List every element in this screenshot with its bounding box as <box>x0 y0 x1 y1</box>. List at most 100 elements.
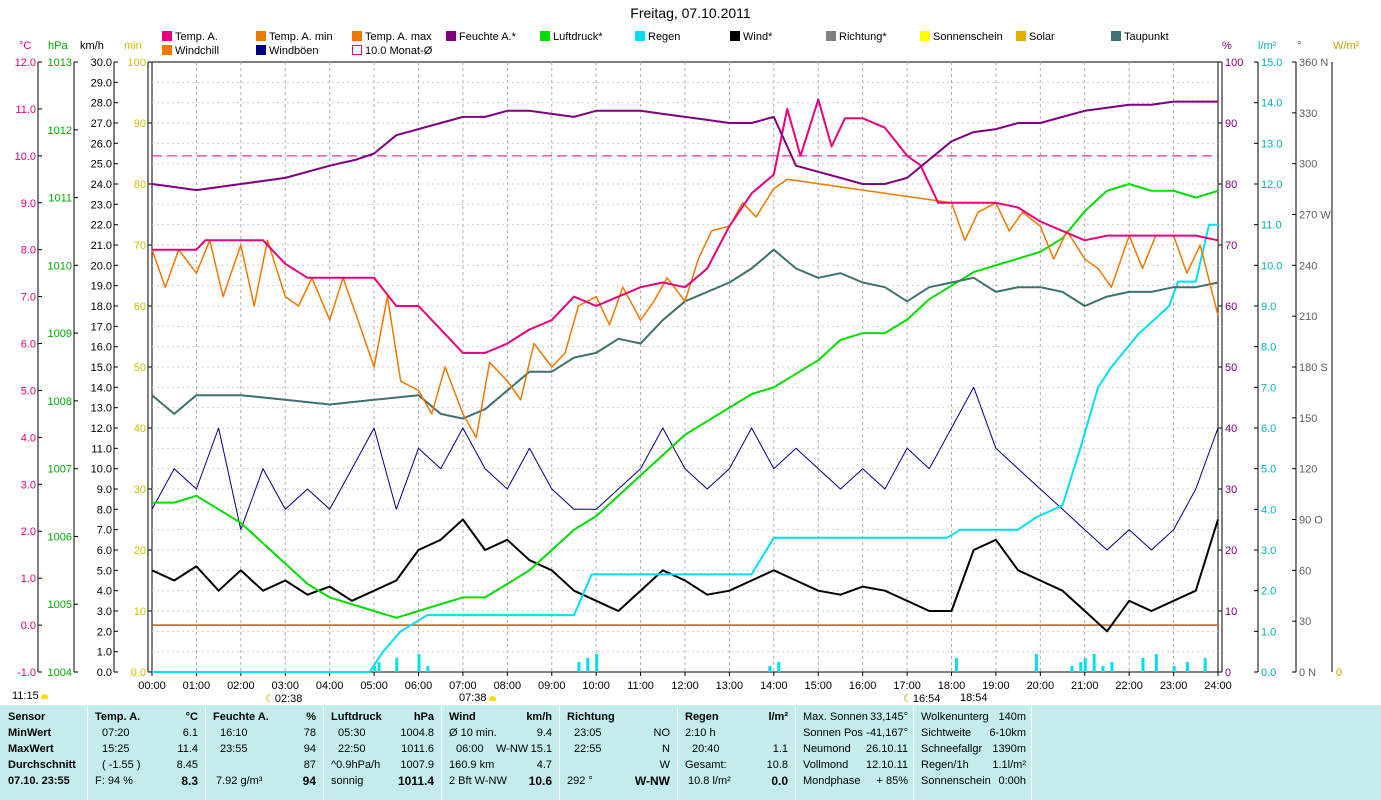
axis-tick-label-kmh: 11.0 <box>91 443 112 455</box>
moon-icon: ☾ <box>265 693 275 705</box>
axis-tick-label-kmh: 4.0 <box>97 586 112 598</box>
astro-newmoon-label: Neumond <box>803 743 851 755</box>
time-tick-label: 05:00 <box>360 680 388 692</box>
sun-icon <box>488 696 496 701</box>
pressure-max-time: 22:50 <box>338 743 366 755</box>
legend-swatch <box>920 31 930 41</box>
rain-bar <box>373 666 377 672</box>
legend-swatch <box>352 31 362 41</box>
rain-bar <box>1034 654 1038 672</box>
axis-tick-label-dir: 0 N <box>1299 667 1316 679</box>
axis-tick-label-temp: 1.0 <box>21 573 36 585</box>
axis-tick-label-pct: 90 <box>1225 118 1237 130</box>
axis-tick-label-temp: 8.0 <box>21 245 36 257</box>
axis-tick-label-rain: 6.0 <box>1261 423 1276 435</box>
rain-bar <box>954 658 958 672</box>
axis-tick-label-dir: 270 W <box>1299 210 1331 222</box>
legend-swatch <box>1111 31 1121 41</box>
wind-avg10-label: Ø 10 min. <box>449 727 497 739</box>
temp-max-value: 11.4 <box>177 743 198 755</box>
humidity-min-time: 16:10 <box>220 727 248 739</box>
time-tick-label: 18:00 <box>938 680 966 692</box>
axis-tick-label-dir: 210 <box>1299 311 1317 323</box>
axis-tick-label-rain: 11.0 <box>1261 220 1282 232</box>
axis-tick-label-pct: 50 <box>1225 362 1237 374</box>
direction-max-time: 22:55 <box>574 743 602 755</box>
legend-swatch <box>352 45 362 55</box>
axis-tick-label-kmh: 27.0 <box>91 118 112 130</box>
axis-tick-label-kmh: 2.0 <box>97 626 112 638</box>
legend-swatch <box>162 45 172 55</box>
astro-fullmoon-label: Vollmond <box>803 759 849 771</box>
legend-item-wind: Wind* <box>730 31 772 43</box>
pressure-current-value: 1011.4 <box>397 774 434 788</box>
axis-tick-label-temp: 7.0 <box>21 292 36 304</box>
axis-tick-label-hpa: 1009 <box>48 328 72 340</box>
axis-tick-label-kmh: 25.0 <box>91 159 112 171</box>
axis-tick-label-kmh: 0.0 <box>97 667 112 679</box>
wind-avg10-value: 9.4 <box>536 727 552 739</box>
time-tick-label: 22:00 <box>1115 680 1143 692</box>
axis-tick-label-kmh: 16.0 <box>91 342 112 354</box>
time-tick-label: 10:00 <box>582 680 610 692</box>
axis-tick-label-hpa: 1005 <box>48 599 72 611</box>
rain-bar <box>1101 666 1105 672</box>
rain-bar <box>377 662 381 672</box>
legend-swatch <box>826 31 836 41</box>
sensor-header: Sensor <box>8 711 46 723</box>
axis-tick-label-kmh: 17.0 <box>91 321 112 333</box>
rain-bar <box>1172 666 1176 672</box>
misc-cloudbase-value: 140m <box>998 711 1026 723</box>
moon-icon: ☾ <box>903 693 913 705</box>
time-tick-label: 01:00 <box>183 680 211 692</box>
misc-visibility-value: 6-10km <box>989 727 1026 739</box>
legend-swatch <box>162 31 172 41</box>
unit-percent: % <box>1222 40 1232 52</box>
direction-header: Richtung <box>567 711 615 723</box>
axis-tick-label-rain: 2.0 <box>1261 586 1276 598</box>
axis-tick-label-kmh: 28.0 <box>91 98 112 110</box>
rain-duration: 2:10 h <box>685 727 716 739</box>
time-tick-label: 08:00 <box>494 680 522 692</box>
axis-tick-label-min: 50 <box>134 362 146 374</box>
axis-tick-label-rain: 10.0 <box>1261 260 1282 272</box>
legend-item-windboeen: Windböen <box>256 45 319 57</box>
axis-tick-label-dir: 300 <box>1299 159 1317 171</box>
temp-unit: °C <box>185 711 198 723</box>
axis-tick-label-hpa: 1007 <box>48 464 72 476</box>
unit-degree: ° <box>1297 40 1302 52</box>
axis-tick-label-hpa: 1008 <box>48 396 72 408</box>
astro-max-sun-value: 33,145° <box>869 711 908 723</box>
time-tick-label: 03:00 <box>271 680 299 692</box>
axis-tick-label-kmh: 8.0 <box>97 504 112 516</box>
direction-min-time: 23:05 <box>574 727 602 739</box>
axis-tick-label-kmh: 13.0 <box>91 403 112 415</box>
axis-tick-label-dir: 240 <box>1299 260 1317 272</box>
time-tick-label: 04:00 <box>316 680 344 692</box>
time-tick-label: 13:00 <box>716 680 744 692</box>
axis-tick-label-kmh: 21.0 <box>91 240 112 252</box>
time-tick-label: 07:00 <box>449 680 477 692</box>
axis-tick-label-min: 70 <box>134 240 146 252</box>
time-tick-label: 15:00 <box>804 680 832 692</box>
legend-item-richtung: Richtung* <box>826 31 887 43</box>
rain-bar <box>1185 662 1189 672</box>
axis-tick-label-min: 80 <box>134 179 146 191</box>
axis-tick-label-kmh: 29.0 <box>91 77 112 89</box>
axis-tick-label-pct: 20 <box>1225 545 1237 557</box>
axis-tick-label-rain: 9.0 <box>1261 301 1276 313</box>
misc-sunshine-label: Sonnenschein <box>921 775 991 787</box>
axis-tick-label-temp: 2.0 <box>21 526 36 538</box>
legend-item-luftdruck: Luftdruck* <box>540 31 603 43</box>
panel-col-wind: Wind km/h Ø 10 min. 9.4 06:00 W-NW 15.1 … <box>441 705 560 800</box>
sunrise-marker: 07:38 <box>459 692 496 704</box>
unit-kmh: km/h <box>80 40 104 52</box>
time-tick-label: 11:00 <box>627 680 654 692</box>
pressure-forecast: sonnig <box>331 775 364 787</box>
axis-tick-label-rain: 13.0 <box>1261 138 1282 150</box>
axis-tick-label-temp: 5.0 <box>21 385 36 397</box>
astro-moonphase-value: + 85% <box>876 775 909 787</box>
axis-tick-label-pct: 70 <box>1225 240 1237 252</box>
axis-tick-label-hpa: 1010 <box>48 260 72 272</box>
axis-tick-label-kmh: 5.0 <box>97 565 112 577</box>
